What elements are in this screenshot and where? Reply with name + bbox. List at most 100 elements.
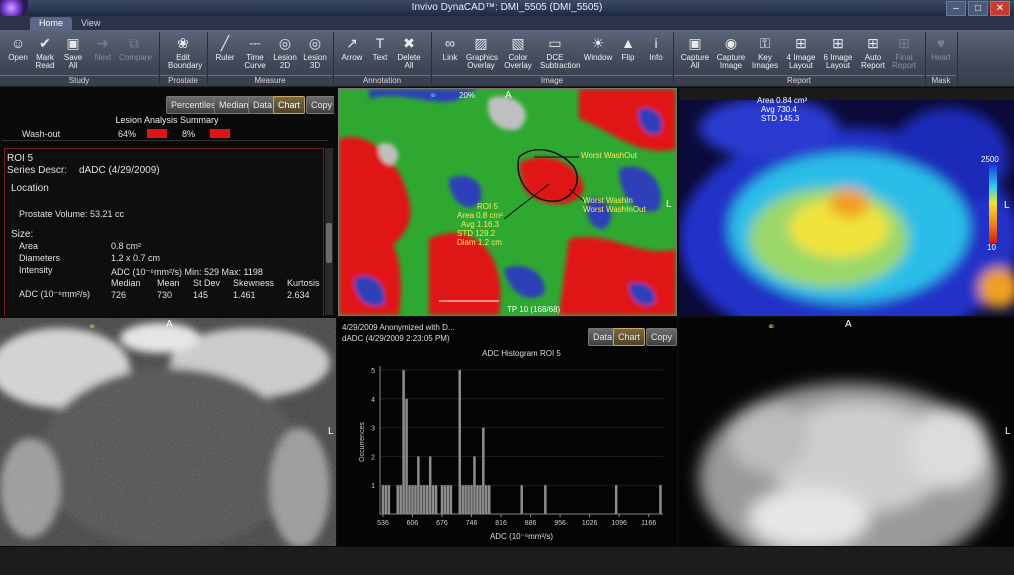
ribbon-button-open[interactable]: ☺ Open (3, 32, 33, 62)
ribbon-button-graphics-overlay[interactable]: ▨ Graphics Overlay (466, 32, 498, 70)
ribbon-button-ruler[interactable]: ╱ Ruler (210, 32, 240, 62)
key-icon: ⚿ (759, 35, 771, 51)
percentiles-button[interactable]: Percentiles (166, 96, 221, 114)
ribbon-button-label: Mark Read (35, 53, 55, 70)
info-scrollbar-thumb[interactable] (326, 223, 332, 263)
ribbon-button-link[interactable]: ∞ Link (435, 32, 465, 62)
ruler-icon: ╱ (220, 35, 230, 51)
ribbon-button-flip[interactable]: ▲ Flip (613, 32, 643, 62)
ribbon-tabs: Home View (0, 16, 1014, 30)
tab-view[interactable]: View (72, 17, 109, 30)
ribbon-button-capture-image[interactable]: ◉ Capture Image (716, 32, 746, 70)
ribbon-button-arrow[interactable]: ↗ Arrow (337, 32, 367, 62)
lesion-info-panel: Percentiles Median Data Chart Copy Lesio… (0, 88, 334, 316)
ribbon-button-label: DCE Subtraction (540, 53, 581, 70)
washout-bar-1 (147, 129, 167, 138)
orient-top: A (505, 90, 512, 101)
ribbon-button-time-curve[interactable]: ⎓ Time Curve (240, 32, 270, 70)
adc-heatmap-viewport[interactable]: Area 0.84 cm² Avg 730.4 STD 145.3 2500 1… (679, 88, 1014, 316)
ribbon-button-compare[interactable]: ⧉ Compare (119, 32, 152, 62)
y-tick-label: 3 (371, 426, 375, 433)
ribbon-button-label: Color Overlay (504, 53, 532, 70)
ribbon-button-heart[interactable]: ♥ Heart (926, 32, 956, 62)
ribbon-button-label: Key Images (751, 53, 779, 70)
histogram-bar (470, 485, 473, 514)
ribbon-button-save-all[interactable]: ▣ Save All (58, 32, 88, 70)
ribbon-button-lesion-3d[interactable]: ◎ Lesion 3D (300, 32, 330, 70)
histogram-bar (417, 456, 420, 514)
ribbon-button-label: Info (649, 53, 663, 62)
ribbon-button-label: Link (442, 53, 458, 62)
ribbon-button-window[interactable]: ☀ Window (583, 32, 613, 62)
y-tick-label: 5 (371, 368, 375, 375)
intensity-label: Intensity (19, 265, 53, 275)
diameters-label: Diameters (19, 253, 61, 263)
histogram-bar (440, 485, 444, 514)
minimize-button[interactable]: – (946, 1, 966, 16)
series-label: Series Descr: (7, 165, 68, 176)
ribbon-button-text[interactable]: T Text (365, 32, 395, 62)
tab-home[interactable]: Home (30, 17, 73, 30)
ribbon-button-label: Auto Report (860, 53, 885, 70)
ribbon-button-label: Text (372, 53, 388, 62)
heat-stat-0: Area 0.84 cm² (757, 96, 808, 105)
ribbon-button-key-images[interactable]: ⚿ Key Images (750, 32, 780, 70)
ribbon-button-mark-read[interactable]: ✔ Mark Read (30, 32, 60, 70)
roi-stat-3: STD 129.2 (457, 229, 496, 238)
ribbon-button-auto-report[interactable]: ⊞ Auto Report (858, 32, 888, 70)
chart-button[interactable]: Chart (273, 96, 306, 114)
ribbon-button-final-report[interactable]: ⊞ Final Report (889, 32, 919, 70)
histogram-bar (461, 485, 464, 514)
link-icon[interactable]: ⚭ (429, 91, 437, 102)
close-button[interactable]: ✕ (990, 1, 1010, 16)
histogram-bar (411, 485, 414, 514)
arrow-icon: ↗ (346, 35, 358, 51)
ribbon-button-4-image-layout[interactable]: ⊞ 4 Image Layout (786, 32, 816, 70)
window-controls: – □ ✕ (946, 1, 1010, 16)
ribbon-button-next[interactable]: ➜ Next (88, 32, 118, 62)
color-overlay-viewport[interactable]: ⚭ 20% A L Worst WashOut Worst WashIn Wor… (338, 88, 677, 316)
t2-viewport[interactable]: ⚭ A L (0, 318, 336, 546)
flip-icon: ▲ (621, 35, 635, 51)
maximize-button[interactable]: □ (968, 1, 988, 16)
ribbon-button-label: 4 Image Layout (786, 53, 816, 70)
capture-icon: ▣ (688, 35, 702, 51)
dwi-viewport[interactable]: ⚭ A L (679, 318, 1014, 546)
histogram-bar (449, 485, 453, 514)
heat-stat-1: Avg 730.4 (761, 105, 797, 114)
roi-stat-4: Diam 1.2 cm (457, 238, 502, 247)
timepoint-label: TP 10 (168/68) (507, 305, 561, 314)
washout-bar-2 (210, 129, 230, 138)
roi-stat-2: Avg 1.16.3 (461, 220, 500, 229)
t2-image (0, 318, 336, 546)
chart-title: ADC Histogram ROI 5 (482, 349, 561, 358)
washout-pct2: 8% (182, 129, 196, 139)
roi-stat-1: Area 0.8 cm² (457, 211, 503, 220)
ribbon-button-dce-subtraction[interactable]: ▭ DCE Subtraction (540, 32, 580, 70)
histogram-bar (387, 485, 391, 514)
intensity-value: ADC (10⁻⁶mm²/s) Min: 529 Max: 1198 (111, 267, 263, 277)
ribbon-button-label: Window (583, 53, 613, 62)
ribbon-button-info[interactable]: i Info (641, 32, 671, 62)
ribbon-group-study: Study (0, 75, 158, 86)
ribbon-button-color-overlay[interactable]: ▧ Color Overlay (503, 32, 533, 70)
time-icon: ⎓ (249, 35, 261, 51)
histogram-bar (434, 485, 438, 514)
ribbon-button-delete-all[interactable]: ✖ Delete All (394, 32, 424, 70)
edit-icon: ❀ (177, 35, 189, 51)
histogram-bar (428, 456, 432, 514)
ribbon-button-edit-boundary[interactable]: ❀ Edit Boundary (168, 32, 202, 70)
ribbon-button-label: Edit Boundary (168, 53, 203, 70)
stat-header-mean: Mean (157, 278, 180, 288)
y-axis-label: Occurrences (359, 422, 366, 462)
histogram-viewport[interactable]: 4/29/2009 Anonymized with D... dADC (4/2… (338, 318, 677, 546)
ribbon-group-prostate: Prostate (160, 75, 206, 86)
ribbon-button-capture-all[interactable]: ▣ Capture All (680, 32, 710, 70)
ribbon-button-lesion-2d[interactable]: ◎ Lesion 2D (270, 32, 300, 70)
link-icon[interactable]: ⚭ (88, 322, 96, 333)
histogram-bar (446, 485, 450, 514)
link-icon[interactable]: ⚭ (767, 322, 775, 333)
copy-button[interactable]: Copy (306, 96, 334, 114)
ribbon-button-6-image-layout[interactable]: ⊞ 6 Image Layout (823, 32, 853, 70)
ribbon-button-label: Save All (63, 53, 83, 70)
